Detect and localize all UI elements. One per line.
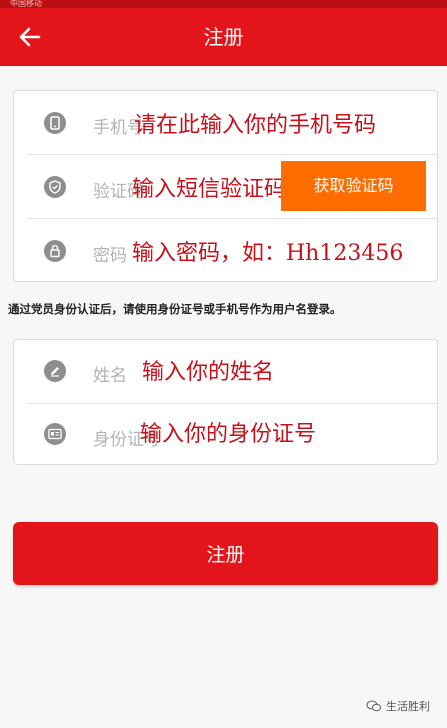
- id-row: 身份证号: [14, 404, 437, 467]
- notice-text: 通过党员身份认证后，请使用身份证号或手机号作为用户名登录。: [8, 302, 342, 316]
- name-row: 姓名: [14, 340, 437, 403]
- phone-row: 手机号: [14, 91, 437, 154]
- status-bar: 中国移动: [0, 0, 447, 8]
- id-input[interactable]: [140, 418, 435, 450]
- password-row: 密码: [14, 219, 437, 282]
- arrow-left-icon: [19, 27, 41, 47]
- phone-input[interactable]: [134, 109, 434, 141]
- page-title: 注册: [203, 25, 244, 49]
- back-button[interactable]: [14, 22, 46, 52]
- code-input[interactable]: [132, 173, 282, 205]
- shield-icon: [44, 176, 66, 198]
- name-label: 姓名: [93, 366, 127, 386]
- id-card-icon: [44, 423, 66, 445]
- lock-icon: [44, 240, 66, 262]
- chat-bubble-icon: [366, 700, 382, 712]
- watermark-text: 生活胜利: [386, 700, 430, 713]
- password-input[interactable]: [132, 237, 437, 269]
- carrier-text: 中国移动: [10, 0, 42, 8]
- get-code-button[interactable]: 获取验证码: [281, 161, 426, 211]
- password-label: 密码: [93, 246, 127, 266]
- name-input[interactable]: [142, 356, 432, 388]
- watermark: 生活胜利: [366, 696, 430, 716]
- identity-card: 姓名 身份证号: [13, 339, 438, 465]
- register-button[interactable]: 注册: [13, 522, 438, 585]
- phone-icon: [44, 112, 66, 134]
- pen-icon: [44, 360, 66, 382]
- app-bar: 注册: [0, 8, 447, 66]
